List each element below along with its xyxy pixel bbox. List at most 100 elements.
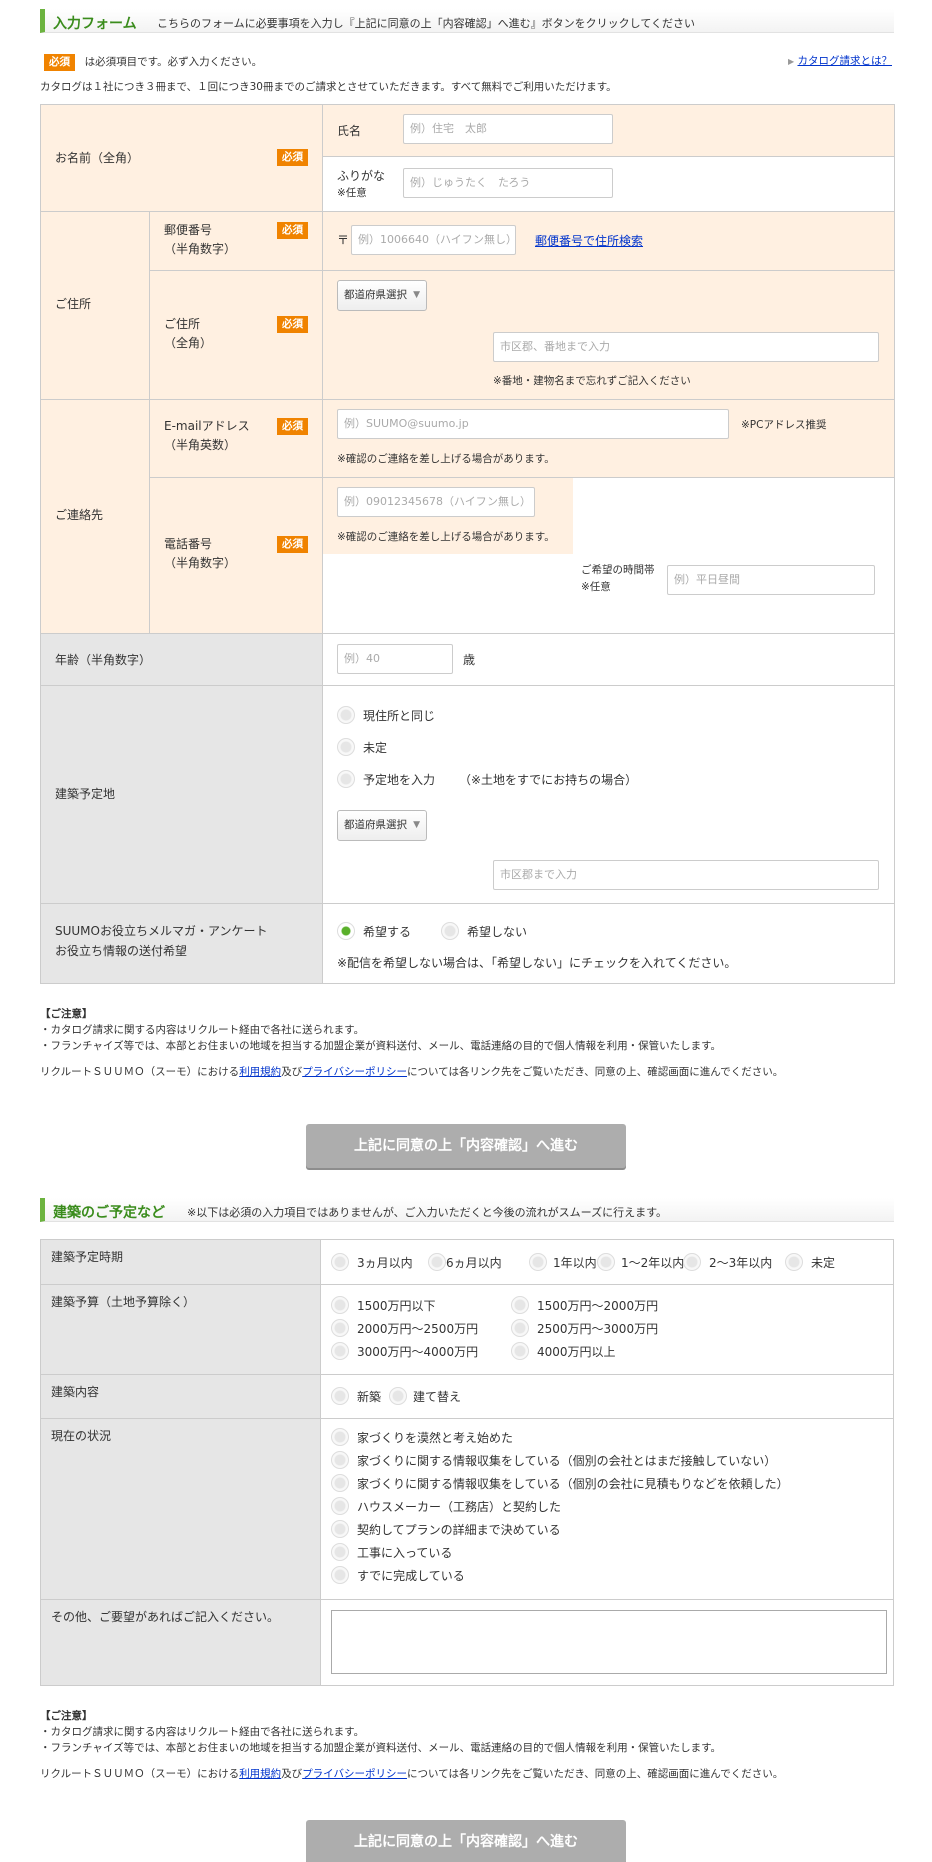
status-label-6: すでに完成している [357,1569,465,1583]
timing-row: 建築予定時期 3ヵ月以内 6ヵ月以内 1年以内 1〜2年以内 2〜3年以内 未定 [40,1239,894,1285]
timing-radio-2[interactable] [529,1253,547,1271]
addr-label: ご住所 [164,317,201,331]
notice-line-1: ・カタログ請求に関する内容はリクルート経由で各社に送られます。 [40,1726,365,1738]
content-radio-0[interactable] [331,1387,349,1405]
agree-post: については各リンク先をご覧いただき、同意の上、確認画面に進んでください。 [406,1066,784,1078]
budget-radio-3[interactable] [511,1319,529,1337]
status-radio-2[interactable] [331,1474,349,1492]
other-row: その他、ご要望があればご記入ください。 [40,1600,894,1686]
terms-link[interactable]: 利用規約 [239,1066,281,1078]
age-input[interactable]: 例）40 [337,644,453,674]
status-radio-6[interactable] [331,1566,349,1584]
addr-note: ※番地・建物名まで忘れずご記入ください [493,375,691,387]
email-label-cell: E-mailアドレス （半角英数） 必須 [149,399,323,478]
timing-radio-0[interactable] [331,1253,349,1271]
confirm-button[interactable]: 上記に同意の上「内容確認」へ進む [306,1124,626,1168]
site-undecided-radio[interactable] [337,738,355,756]
status-radio-3[interactable] [331,1497,349,1515]
section-header-input-form: 入力フォーム こちらのフォームに必要事項を入力し『上記に同意の上「内容確認」へ進… [40,9,894,33]
status-label-1: 家づくりに関する情報収集をしている（個別の会社とはまだ接触していない） [357,1454,777,1468]
budget-radio-2[interactable] [331,1319,349,1337]
postal-search-link[interactable]: 郵便番号で住所検索 [535,232,643,249]
privacy-link[interactable]: プライバシーポリシー [302,1066,407,1078]
mail-no-label: 希望しない [467,925,528,939]
contact-label: ご連絡先 [55,508,104,522]
postal-sub: （半角数字） [164,242,237,256]
kana-label: ふりがな [337,169,386,183]
tel-input[interactable]: 例）09012345678（ハイフン無し） [337,487,535,517]
catalog-link[interactable]: カタログ請求とは？ [798,55,893,67]
budget-radio-4[interactable] [331,1342,349,1360]
postal-label-cell: 郵便番号 （半角数字） 必須 [149,211,323,271]
prefecture-select[interactable]: 都道府県選択 ▼ [337,280,427,311]
mail-note: ※配信を希望しない場合は、「希望しない」にチェックを入れてください。 [337,956,737,970]
postal-input[interactable]: 例）1006640（ハイフン無し） [351,225,516,255]
budget-label: 建築予算（土地予算除く） [41,1285,321,1374]
budget-radio-5[interactable] [511,1342,529,1360]
form-instruction: こちらのフォームに必要事項を入力し『上記に同意の上「内容確認」へ進む』ボタンをク… [157,17,696,30]
time-input[interactable]: 例）平日昼間 [667,565,875,595]
chevron-down-icon: ▼ [413,820,420,830]
site-input-label: 予定地を入力 [363,773,436,787]
email-sub: （半角英数） [164,438,237,452]
mail-yes-radio[interactable] [337,922,355,940]
mail-row: 希望する 希望しない ※配信を希望しない場合は、「希望しない」にチェックを入れて… [322,903,895,984]
privacy-link[interactable]: プライバシーポリシー [302,1768,407,1780]
notice-title: 【ご注意】 [40,1008,93,1020]
kana-input[interactable]: 例）じゅうたく たろう [403,168,613,198]
notice-block: 【ご注意】 ・カタログ請求に関する内容はリクルート経由で各社に送られます。 ・フ… [40,1006,783,1080]
other-textarea[interactable] [331,1610,887,1674]
terms-link[interactable]: 利用規約 [239,1768,281,1780]
site-prefecture-select[interactable]: 都道府県選択 ▼ [337,810,427,841]
timing-radio-4[interactable] [683,1253,701,1271]
budget-radio-1[interactable] [511,1296,529,1314]
budget-label-5: 4000万円以上 [537,1345,616,1359]
agreement-text: リクルートＳＵＵＭＯ（スーモ）における利用規約及びプライバシーポリシーについては… [40,1064,783,1080]
timing-label-2: 1年以内 [553,1256,597,1270]
agreement-text: リクルートＳＵＵＭＯ（スーモ）における利用規約及びプライバシーポリシーについては… [40,1766,783,1782]
mail-no-radio[interactable] [441,922,459,940]
content-row: 建築内容 新築 建て替え [40,1375,894,1419]
notice-line-2: ・フランチャイズ等では、本部とお住まいの地域を担当する加盟企業が資料送付、メール… [40,1742,722,1754]
mail-yes-label: 希望する [363,925,412,939]
full-name-input[interactable]: 例）住宅 太郎 [403,114,613,144]
content-radio-1[interactable] [389,1387,407,1405]
site-label: 建築予定地 [55,787,116,801]
status-radio-0[interactable] [331,1428,349,1446]
mail-label-1: SUUMOお役立ちメルマガ・アンケート [55,924,268,938]
postal-row: 〒 例）1006640（ハイフン無し） 郵便番号で住所検索 [322,211,895,271]
tel-label-cell: 電話番号 （半角数字） 必須 [149,477,323,634]
required-badge: 必須 [277,536,308,553]
site-label-cell: 建築予定地 [40,685,323,904]
status-label-0: 家づくりを漠然と考え始めた [357,1431,514,1445]
contact-label-cell: ご連絡先 [40,399,150,634]
address-label: ご住所 [55,297,92,311]
site-input-radio[interactable] [337,770,355,788]
status-radio-1[interactable] [331,1451,349,1469]
site-same-radio[interactable] [337,706,355,724]
age-label-cell: 年齢（半角数字） [40,633,323,686]
time-label: ご希望の時間帯 [581,564,655,576]
agree-pre: リクルートＳＵＵＭＯ（スーモ）における [40,1768,240,1780]
age-row: 例）40 歳 [322,633,895,686]
budget-label-0: 1500万円以下 [357,1299,436,1313]
budget-label-4: 3000万円〜4000万円 [357,1345,479,1359]
status-radio-4[interactable] [331,1520,349,1538]
email-input[interactable]: 例）SUUMO@suumo.jp [337,409,729,439]
timing-label-3: 1〜2年以内 [621,1256,685,1270]
tel-sub: （半角数字） [164,556,237,570]
kana-optional: ※任意 [337,187,367,199]
budget-label-3: 2500万円〜3000万円 [537,1322,659,1336]
site-city-input[interactable]: 市区郡まで入力 [493,860,879,890]
timing-radio-1[interactable] [428,1253,446,1271]
confirm-button-bottom[interactable]: 上記に同意の上「内容確認」へ進む [306,1820,626,1862]
timing-label: 建築予定時期 [41,1240,321,1284]
name-label: お名前（全角） [55,151,140,165]
timing-radio-5[interactable] [785,1253,803,1271]
age-label: 年齢（半角数字） [55,653,152,667]
city-input[interactable]: 市区郡、番地まで入力 [493,332,879,362]
budget-radio-0[interactable] [331,1296,349,1314]
status-radio-5[interactable] [331,1543,349,1561]
timing-radio-3[interactable] [597,1253,615,1271]
site-prefecture-select-label: 都道府県選択 [344,819,407,831]
